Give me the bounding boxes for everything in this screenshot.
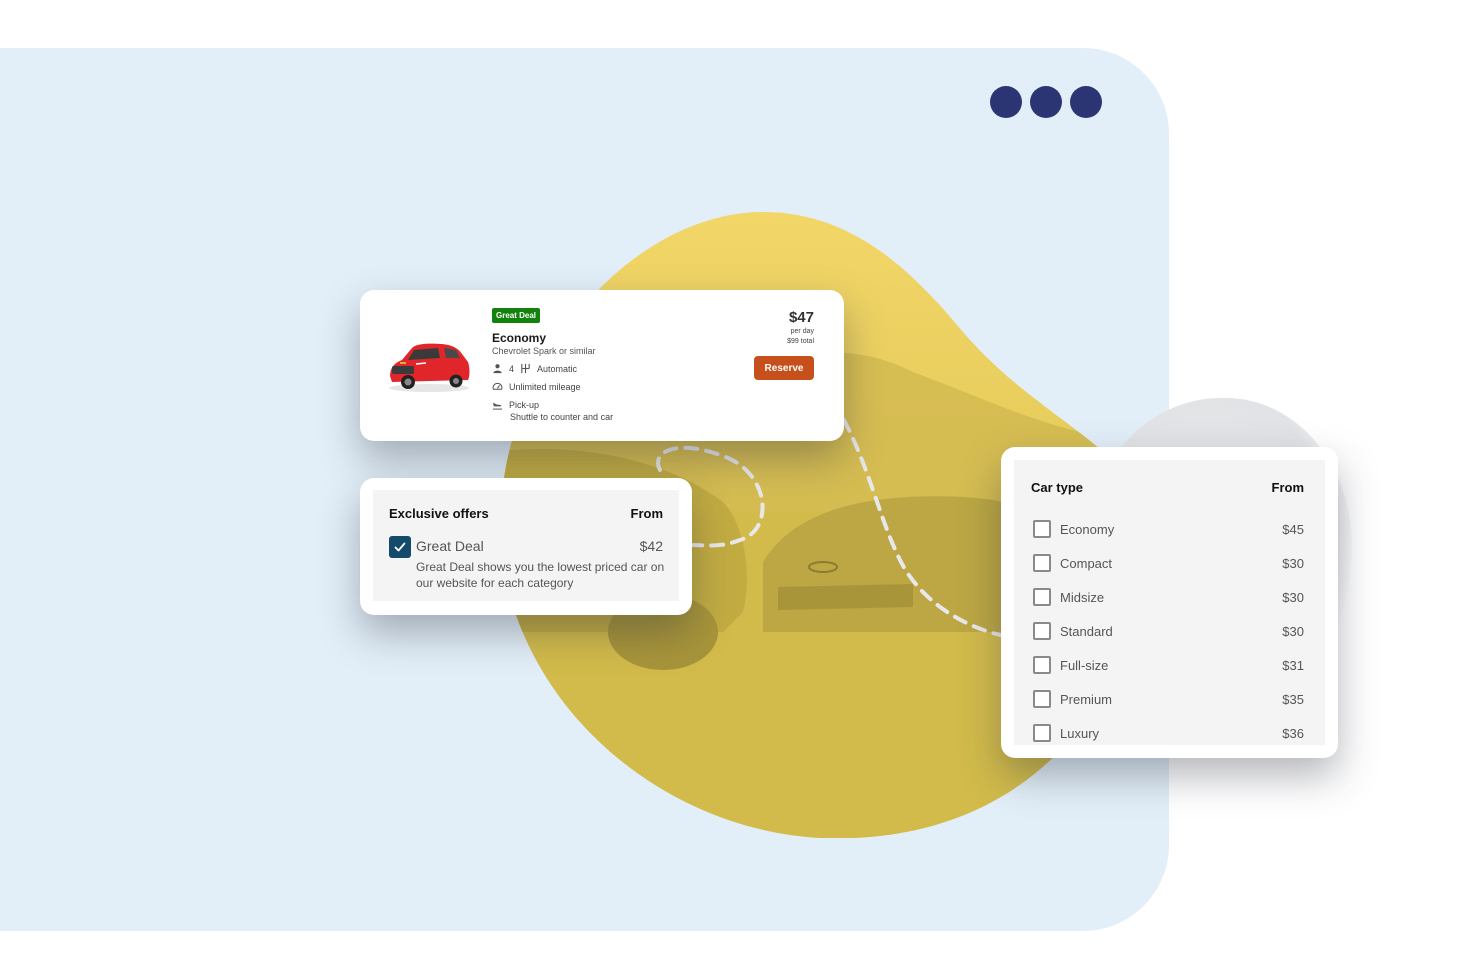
great-deal-label[interactable]: Great Deal <box>416 538 484 554</box>
dot-icon <box>1030 86 1062 118</box>
car-type-filter-card: Car type From Economy $45 Compact $30 Mi… <box>1001 447 1338 758</box>
great-deal-checkbox[interactable] <box>389 536 411 558</box>
checkbox[interactable] <box>1033 622 1051 640</box>
option-price: $35 <box>1282 691 1304 707</box>
car-type-option[interactable]: Economy $45 <box>1033 512 1304 546</box>
person-icon <box>493 364 502 374</box>
option-price: $30 <box>1282 555 1304 571</box>
mileage-label: Unlimited mileage <box>509 381 581 392</box>
option-label: Standard <box>1060 623 1113 639</box>
offers-heading: Exclusive offers <box>389 506 489 521</box>
checkbox[interactable] <box>1033 656 1051 674</box>
car-type-option[interactable]: Luxury $36 <box>1033 716 1304 750</box>
checkbox[interactable] <box>1033 690 1051 708</box>
total-price: $99 total <box>787 338 814 345</box>
car-type-heading: Car type <box>1031 480 1084 495</box>
option-label: Compact <box>1060 555 1113 571</box>
daily-price: $47 <box>788 309 814 326</box>
great-deal-price: $42 <box>639 538 663 554</box>
checkmark-icon <box>394 542 406 552</box>
car-model-subtitle: Chevrolet Spark or similar <box>492 346 596 356</box>
car-listing-card[interactable]: Great Deal Economy Chevrolet Spark or si… <box>360 290 844 441</box>
car-type-panel: Car type From Economy $45 Compact $30 Mi… <box>1014 460 1325 745</box>
option-price: $36 <box>1282 725 1304 741</box>
pickup-row: Pick-up <box>492 399 539 410</box>
checkbox[interactable] <box>1033 520 1051 538</box>
car-type-option[interactable]: Compact $30 <box>1033 546 1304 580</box>
offers-from-label: From <box>630 506 664 521</box>
option-label: Economy <box>1060 521 1115 537</box>
great-deal-badge: Great Deal <box>492 308 541 323</box>
option-price: $45 <box>1282 521 1304 537</box>
mileage-row: Unlimited mileage <box>492 381 581 392</box>
checkbox[interactable] <box>1033 588 1051 606</box>
reserve-button[interactable]: Reserve <box>754 356 814 380</box>
checkbox[interactable] <box>1033 724 1051 742</box>
car-image <box>389 343 470 392</box>
option-price: $30 <box>1282 589 1304 605</box>
gearshift-icon <box>521 363 530 374</box>
window-dots <box>990 86 1102 118</box>
car-type-option[interactable]: Premium $35 <box>1033 682 1304 716</box>
option-label: Full-size <box>1060 657 1109 673</box>
car-type-option[interactable]: Standard $30 <box>1033 614 1304 648</box>
plane-landing-icon <box>492 402 503 410</box>
option-label: Midsize <box>1060 589 1105 605</box>
car-type-from-label: From <box>1271 480 1305 495</box>
option-label: Luxury <box>1060 725 1100 741</box>
capacity-row: 4 Automatic <box>492 363 577 374</box>
option-price: $31 <box>1282 657 1304 673</box>
offers-panel: Exclusive offers From Great Deal $42 Gre… <box>373 490 679 601</box>
pickup-label: Pick-up <box>509 399 540 410</box>
car-type-option[interactable]: Midsize $30 <box>1033 580 1304 614</box>
car-type-option[interactable]: Full-size $31 <box>1033 648 1304 682</box>
option-label: Premium <box>1060 691 1113 707</box>
pickup-detail: Shuttle to counter and car <box>510 412 614 422</box>
transmission-label: Automatic <box>537 363 578 374</box>
car-category-title: Economy <box>492 331 547 345</box>
great-deal-description: Great Deal shows you the lowest priced c… <box>416 560 665 590</box>
car-type-list: Economy $45 Compact $30 Midsize $30 Stan… <box>1033 512 1304 750</box>
dot-icon <box>990 86 1022 118</box>
option-price: $30 <box>1282 623 1304 639</box>
dot-icon <box>1070 86 1102 118</box>
price-unit: per day <box>790 328 814 335</box>
checkbox[interactable] <box>1033 554 1051 572</box>
passenger-count: 4 <box>509 363 515 374</box>
exclusive-offers-card: Exclusive offers From Great Deal $42 Gre… <box>360 478 692 615</box>
speedometer-icon <box>492 382 503 390</box>
